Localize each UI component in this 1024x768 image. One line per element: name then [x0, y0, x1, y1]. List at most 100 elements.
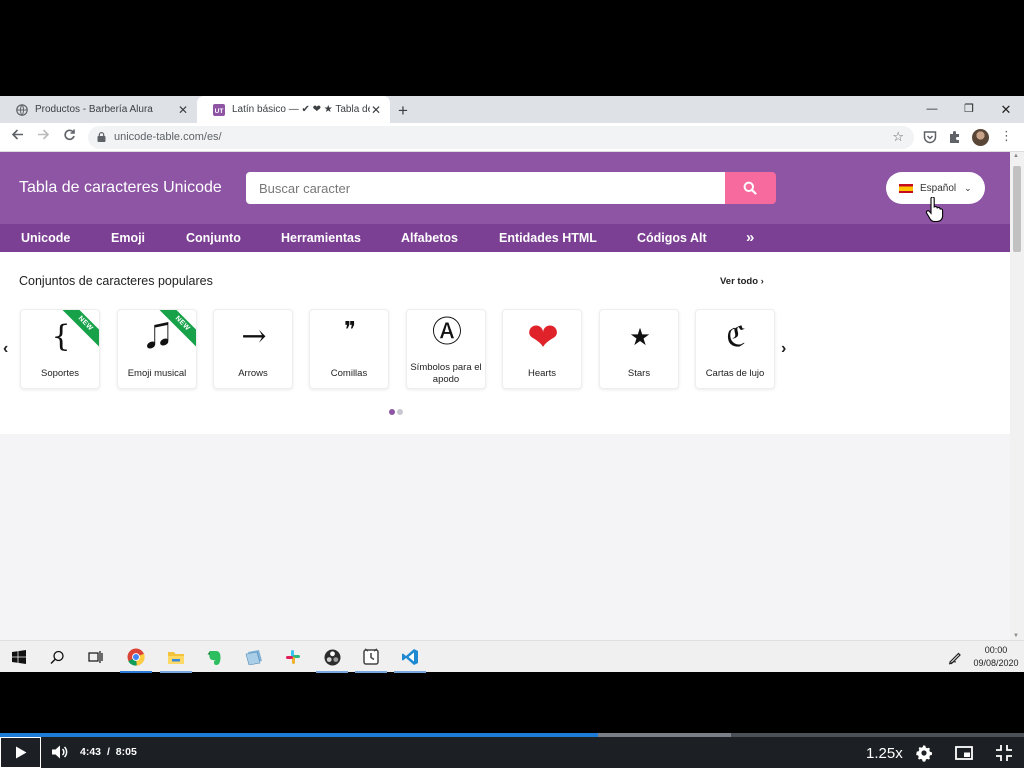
new-tab-icon[interactable]: +	[398, 101, 408, 121]
hand-pointer-cursor-icon	[925, 197, 944, 223]
system-clock[interactable]: 00:00 09/08/2020	[968, 644, 1024, 670]
scroll-up-icon[interactable]: ▲	[1013, 153, 1019, 159]
scroll-down-icon[interactable]: ▼	[1013, 633, 1019, 639]
browser-toolbar: unicode-table.com/es/ ☆ ⋮	[0, 123, 1024, 152]
card-label: Soportes	[40, 368, 80, 379]
card-cartas-de-lujo[interactable]: ℭ Cartas de lujo	[695, 309, 775, 389]
tab-latin-basico[interactable]: UT Latín básico — ✔ ❤ ★ Tabla de caracte…	[197, 96, 390, 123]
page-scrollbar[interactable]: ▲ ▼	[1010, 152, 1024, 640]
carousel-dot[interactable]	[389, 409, 395, 415]
chevron-down-icon: ⌄	[964, 182, 972, 193]
search-icon[interactable]	[38, 641, 76, 673]
nav-codigos-alt[interactable]: Códigos Alt	[637, 224, 707, 252]
notes-icon[interactable]	[235, 641, 273, 673]
extensions-puzzle-icon[interactable]	[947, 129, 963, 145]
card-label: Stars	[627, 368, 651, 379]
card-soportes[interactable]: { NEW Soportes	[20, 309, 100, 389]
carousel-prev-icon[interactable]: ‹	[3, 340, 8, 358]
card-glyph: ❤	[527, 315, 559, 359]
slack-icon[interactable]	[274, 641, 312, 673]
bookmark-star-icon[interactable]: ☆	[892, 129, 904, 145]
address-bar[interactable]: unicode-table.com/es/ ☆	[88, 126, 914, 149]
language-label: Español	[920, 182, 957, 194]
url-text: unicode-table.com/es/	[114, 131, 222, 143]
chrome-menu-icon[interactable]: ⋮	[1000, 128, 1013, 144]
settings-gear-icon[interactable]	[915, 744, 933, 762]
card-label: Arrows	[238, 368, 268, 379]
search-input[interactable]	[246, 172, 726, 204]
card-emoji-musical[interactable]: 🎜 NEW Emoji musical	[117, 309, 197, 389]
profile-avatar[interactable]	[972, 129, 989, 146]
forward-icon[interactable]	[34, 128, 52, 146]
card-label: Emoji musical	[127, 368, 187, 379]
card-comillas[interactable]: ❞ Comillas	[309, 309, 389, 389]
nav-emoji[interactable]: Emoji	[111, 224, 145, 252]
chevron-right-icon: ›	[760, 276, 764, 287]
screen: Productos - Barbería Alura ✕ UT Latín bá…	[0, 0, 1024, 768]
search-button[interactable]	[725, 172, 776, 204]
carousel-next-icon[interactable]: ›	[781, 340, 786, 358]
start-icon[interactable]	[0, 641, 38, 673]
windows-taskbar: 00:00 09/08/2020	[0, 640, 1024, 673]
tab-close-icon[interactable]: ✕	[370, 103, 382, 117]
play-button[interactable]	[0, 737, 41, 768]
video-player-controls: 4:43 / 8:05 1.25x	[0, 737, 1024, 768]
svg-text:UT: UT	[215, 108, 224, 115]
web-page: Tabla de caracteres Unicode Español ⌄ Un…	[0, 152, 1010, 640]
duration: 8:05	[115, 746, 137, 758]
picture-in-picture-icon[interactable]	[955, 744, 973, 762]
carousel-dot[interactable]	[397, 409, 403, 415]
clock-time: 00:00	[984, 645, 1008, 655]
card-arrows[interactable]: → Arrows	[213, 309, 293, 389]
tab-productos[interactable]: Productos - Barbería Alura ✕	[0, 96, 197, 123]
playback-speed-button[interactable]: 1.25x	[866, 745, 903, 762]
nav-herramientas[interactable]: Herramientas	[281, 224, 361, 252]
back-icon[interactable]	[8, 128, 26, 146]
window-close-icon[interactable]: ✕	[988, 96, 1024, 123]
browser-tab-strip: Productos - Barbería Alura ✕ UT Latín bá…	[0, 96, 1024, 123]
nav-alfabetos[interactable]: Alfabetos	[401, 224, 458, 252]
chrome-icon[interactable]	[117, 641, 155, 673]
clock-app-icon[interactable]	[352, 641, 390, 673]
restore-icon[interactable]: ❐	[951, 96, 987, 123]
card-hearts[interactable]: ❤ Hearts	[502, 309, 582, 389]
see-all-label: Ver todo	[720, 276, 759, 287]
popular-sets-panel: Conjuntos de caracteres populares Ver to…	[0, 252, 1010, 434]
search-field[interactable]	[246, 172, 726, 204]
reload-icon[interactable]	[60, 128, 78, 146]
see-all-link[interactable]: Ver todo ›	[720, 276, 764, 287]
section-title: Conjuntos de caracteres populares	[19, 274, 213, 288]
evernote-icon[interactable]	[195, 641, 233, 673]
task-view-icon[interactable]	[76, 641, 114, 673]
obs-icon[interactable]	[313, 641, 351, 673]
card-stars[interactable]: ★ Stars	[599, 309, 679, 389]
globe-icon	[16, 103, 28, 116]
current-time: 4:43	[80, 746, 102, 758]
clock-date: 09/08/2020	[973, 658, 1019, 668]
vscode-icon[interactable]	[391, 641, 429, 673]
site-brand[interactable]: Tabla de caracteres Unicode	[19, 179, 222, 197]
file-explorer-icon[interactable]	[157, 641, 195, 673]
lock-icon	[97, 132, 106, 142]
nav-entidades-html[interactable]: Entidades HTML	[499, 224, 597, 252]
site-header: Tabla de caracteres Unicode Español ⌄	[0, 152, 1010, 224]
tab-close-icon[interactable]: ✕	[177, 103, 189, 117]
nav-conjunto[interactable]: Conjunto	[186, 224, 241, 252]
card-label: Comillas	[330, 368, 368, 379]
scrollbar-thumb[interactable]	[1013, 166, 1021, 252]
exit-fullscreen-icon[interactable]	[995, 744, 1013, 762]
pocket-icon[interactable]	[922, 129, 938, 145]
minimize-icon[interactable]: —	[914, 96, 950, 123]
card-label: Símbolos para el apodo	[410, 362, 482, 385]
nav-unicode[interactable]: Unicode	[21, 224, 70, 252]
pen-workspace-icon[interactable]	[947, 649, 963, 665]
card-glyph: ❞	[344, 318, 356, 343]
nav-more[interactable]: »	[746, 224, 754, 252]
spain-flag-icon	[899, 183, 913, 193]
card-glyph: Ⓐ	[432, 315, 462, 350]
carousel-dots	[389, 409, 403, 415]
site-nav: Unicode Emoji Conjunto Herramientas Alfa…	[0, 224, 1010, 252]
card-glyph: ℭ	[726, 320, 746, 353]
volume-icon[interactable]	[51, 744, 68, 760]
card-simbolos-apodo[interactable]: Ⓐ Símbolos para el apodo	[406, 309, 486, 389]
